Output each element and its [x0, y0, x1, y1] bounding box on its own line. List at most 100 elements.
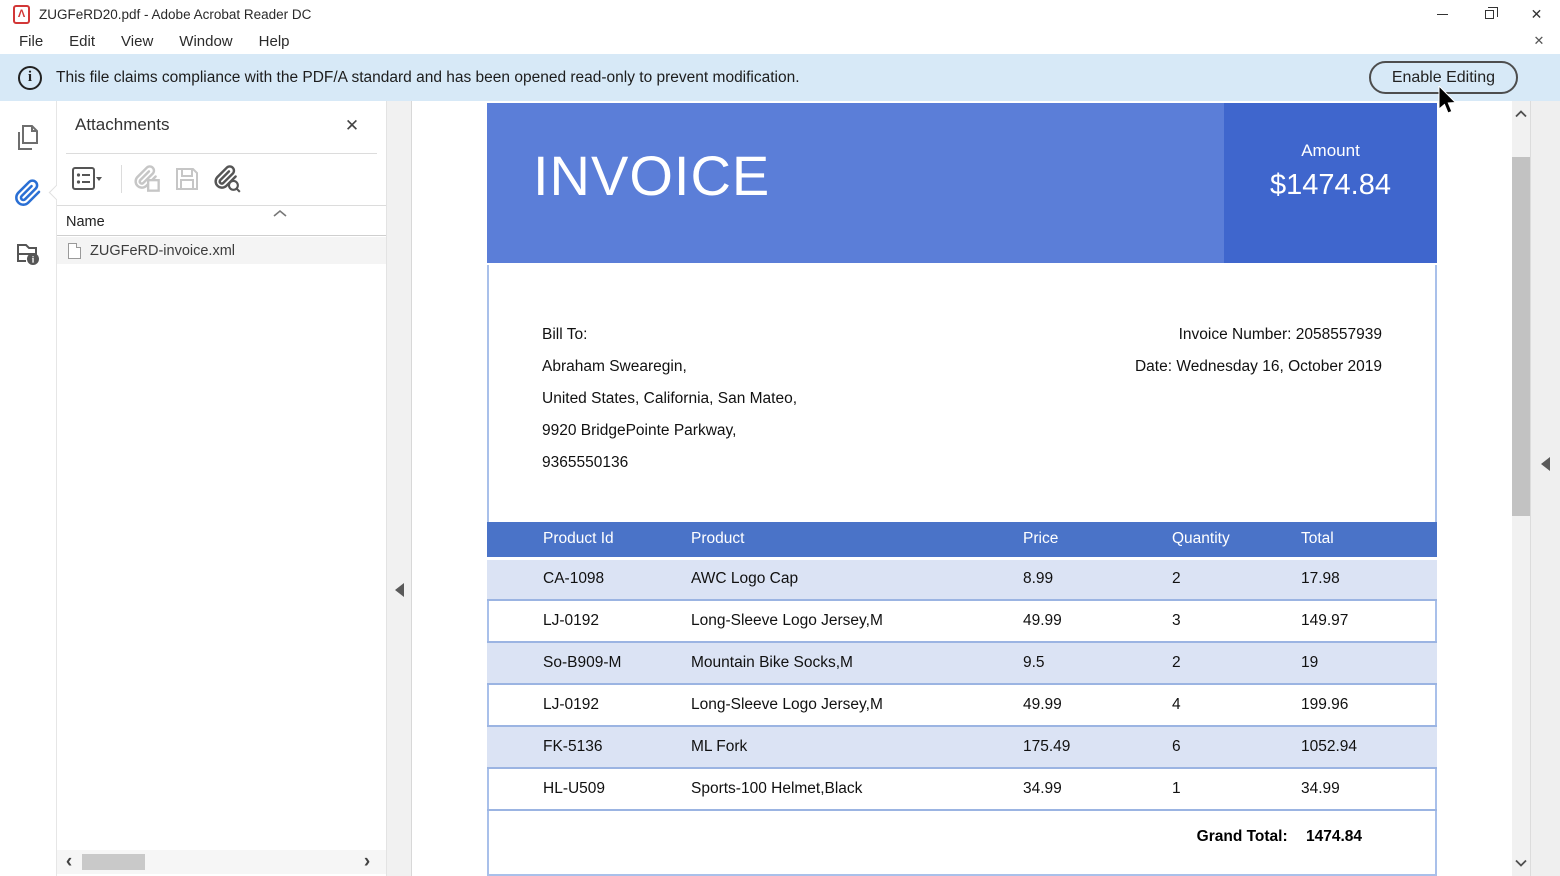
scroll-right-icon[interactable]: › — [357, 850, 377, 874]
cell-quantity: 3 — [1172, 600, 1301, 642]
amount-label: Amount — [1301, 141, 1360, 161]
save-icon — [173, 165, 201, 193]
restore-icon — [1485, 10, 1494, 19]
cell-quantity: 2 — [1172, 642, 1301, 684]
invoice-meta-block: Invoice Number: 2058557939 Date: Wednesd… — [1135, 319, 1382, 383]
scroll-left-icon[interactable]: ‹ — [59, 850, 79, 874]
restore-button[interactable] — [1466, 0, 1513, 28]
close-icon: ✕ — [1531, 7, 1543, 21]
cell-product-id: HL-U509 — [487, 768, 691, 810]
cell-price: 34.99 — [1023, 768, 1172, 810]
menu-window[interactable]: Window — [166, 28, 245, 54]
document-viewport: Amount $1474.84 INVOICE Bill To: Abraham… — [412, 101, 1512, 876]
attachment-file-row[interactable]: ZUGFeRD-invoice.xml — [57, 237, 386, 264]
cell-quantity: 2 — [1172, 558, 1301, 600]
right-panel-strip[interactable] — [1530, 101, 1560, 876]
options-list-icon — [71, 166, 103, 192]
invoice-title: INVOICE — [533, 143, 770, 208]
cell-product-id: So-B909-M — [487, 642, 691, 684]
mouse-cursor — [1438, 86, 1460, 116]
collapse-panel-strip[interactable] — [386, 101, 412, 876]
menu-file[interactable]: File — [6, 28, 56, 54]
chevron-up-icon — [1515, 110, 1527, 118]
bill-to-name: Abraham Swearegin, — [542, 351, 797, 383]
model-tree-button[interactable]: i — [13, 238, 43, 268]
cell-product: Sports-100 Helmet,Black — [691, 768, 1023, 810]
table-header-row: Product Id Product Price Quantity Total — [487, 522, 1437, 558]
scroll-up-button[interactable] — [1512, 101, 1530, 127]
grand-total-label: Grand Total: — [1197, 828, 1288, 845]
attachment-file-name: ZUGFeRD-invoice.xml — [90, 243, 235, 259]
open-attachment-button[interactable] — [131, 163, 163, 195]
search-attachment-icon — [212, 165, 242, 193]
vertical-scrollbar[interactable] — [1512, 101, 1530, 876]
cell-total: 17.98 — [1301, 558, 1437, 600]
table-row: So-B909-M Mountain Bike Socks,M 9.5 2 19 — [487, 642, 1437, 684]
open-attachment-icon — [132, 165, 162, 193]
save-attachment-button[interactable] — [171, 163, 203, 195]
search-attachments-button[interactable] — [211, 163, 243, 195]
name-column-label: Name — [66, 214, 105, 230]
sort-ascending-icon — [272, 209, 288, 218]
invoice-items-table: Product Id Product Price Quantity Total … — [487, 522, 1437, 811]
cell-product: AWC Logo Cap — [691, 558, 1023, 600]
bill-to-label: Bill To: — [542, 319, 797, 351]
cell-product: ML Fork — [691, 726, 1023, 768]
name-column-header[interactable]: Name — [57, 206, 386, 236]
pdf-page: Amount $1474.84 INVOICE Bill To: Abraham… — [487, 103, 1437, 876]
horizontal-scrollbar[interactable]: ‹ › — [57, 850, 386, 874]
grand-total: Grand Total: 1474.84 — [1197, 828, 1362, 846]
info-icon: i — [18, 66, 42, 90]
close-button[interactable]: ✕ — [1513, 0, 1560, 28]
panel-divider — [66, 153, 377, 154]
cell-price: 49.99 — [1023, 600, 1172, 642]
panel-close-icon[interactable]: ✕ — [340, 114, 364, 138]
attachments-button[interactable] — [13, 178, 43, 208]
collapse-panel-arrow-icon[interactable] — [395, 583, 404, 597]
col-quantity: Quantity — [1172, 522, 1301, 558]
window-controls: ✕ — [1419, 0, 1560, 28]
cell-quantity: 6 — [1172, 726, 1301, 768]
table-row: LJ-0192 Long-Sleeve Logo Jersey,M 49.99 … — [487, 684, 1437, 726]
col-product: Product — [691, 522, 1023, 558]
col-product-id: Product Id — [487, 522, 691, 558]
table-row: LJ-0192 Long-Sleeve Logo Jersey,M 49.99 … — [487, 600, 1437, 642]
minimize-button[interactable] — [1419, 0, 1466, 28]
col-price: Price — [1023, 522, 1172, 558]
attachments-panel-title: Attachments — [75, 115, 170, 135]
scroll-down-button[interactable] — [1512, 850, 1530, 876]
options-menu-button[interactable] — [71, 163, 103, 195]
cell-price: 175.49 — [1023, 726, 1172, 768]
bill-to-phone: 9365550136 — [542, 447, 797, 479]
menu-view[interactable]: View — [108, 28, 166, 54]
expand-right-panel-arrow-icon[interactable] — [1541, 457, 1550, 471]
menu-edit[interactable]: Edit — [56, 28, 108, 54]
cell-total: 34.99 — [1301, 768, 1437, 810]
cell-product: Long-Sleeve Logo Jersey,M — [691, 684, 1023, 726]
menu-bar: File Edit View Window Help ✕ — [0, 28, 1560, 54]
horizontal-scrollbar-thumb[interactable] — [82, 854, 145, 870]
cell-product-id: LJ-0192 — [487, 600, 691, 642]
cell-product-id: CA-1098 — [487, 558, 691, 600]
bill-to-street: 9920 BridgePointe Parkway, — [542, 415, 797, 447]
minimize-icon — [1437, 14, 1448, 15]
cell-total: 149.97 — [1301, 600, 1437, 642]
file-icon — [68, 243, 81, 259]
page-thumbnails-button[interactable] — [13, 123, 43, 153]
cube-info-icon: i — [14, 239, 42, 267]
menu-help[interactable]: Help — [246, 28, 303, 54]
cell-price: 9.5 — [1023, 642, 1172, 684]
cell-product: Long-Sleeve Logo Jersey,M — [691, 600, 1023, 642]
vertical-scrollbar-thumb[interactable] — [1512, 157, 1530, 516]
toolbar-separator — [121, 165, 122, 193]
cell-quantity: 4 — [1172, 684, 1301, 726]
cell-quantity: 1 — [1172, 768, 1301, 810]
window-title: ZUGFeRD20.pdf - Adobe Acrobat Reader DC — [39, 7, 311, 22]
document-close-icon[interactable]: ✕ — [1526, 28, 1552, 54]
notification-message: This file claims compliance with the PDF… — [56, 69, 800, 87]
cell-total: 19 — [1301, 642, 1437, 684]
cell-product-id: LJ-0192 — [487, 684, 691, 726]
bill-to-region: United States, California, San Mateo, — [542, 383, 797, 415]
cell-product-id: FK-5136 — [487, 726, 691, 768]
amount-value: $1474.84 — [1270, 169, 1391, 202]
